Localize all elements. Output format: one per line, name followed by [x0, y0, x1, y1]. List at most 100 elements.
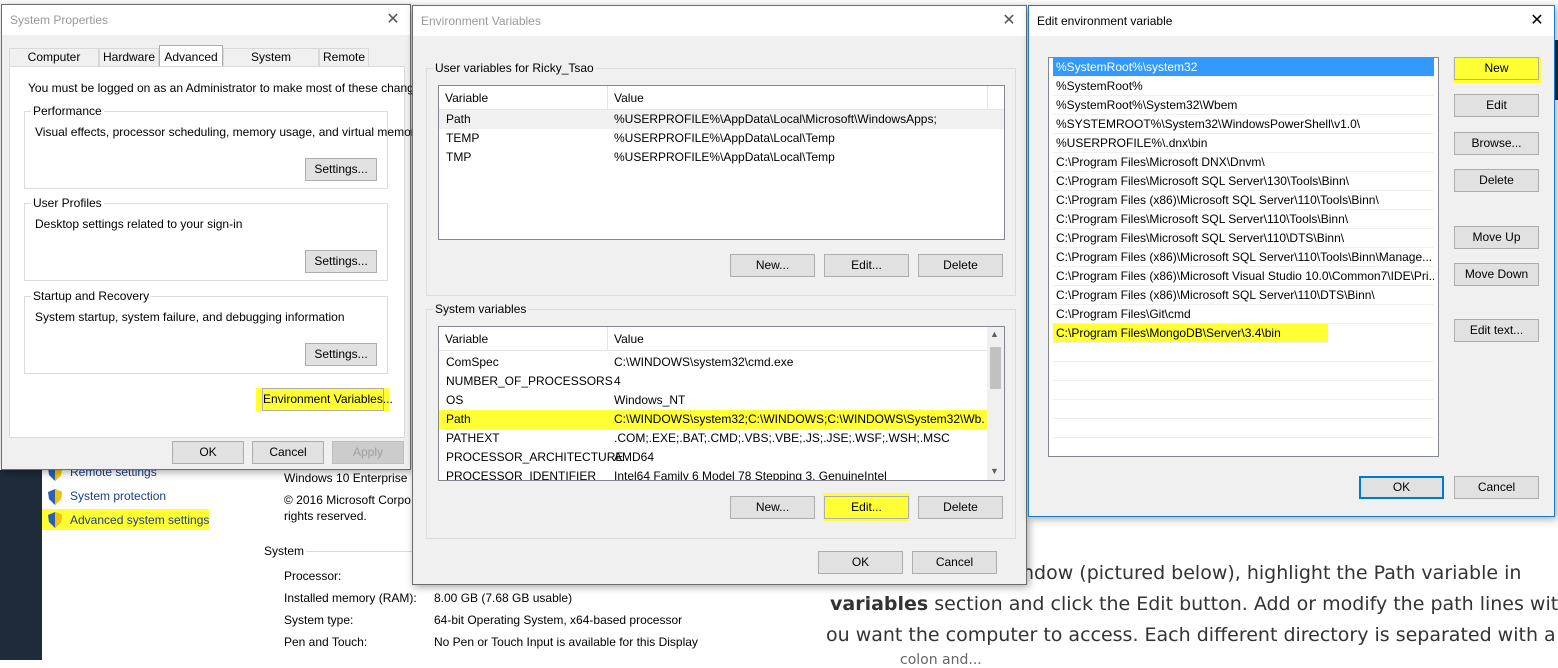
list-item[interactable]: %SystemRoot%	[1053, 77, 1434, 96]
browse-button[interactable]: Browse...	[1454, 132, 1539, 155]
tab-system-protection[interactable]: System Protection	[223, 48, 319, 81]
move-down-button[interactable]: Move Down	[1454, 263, 1539, 286]
ok-button[interactable]: OK	[818, 551, 903, 574]
performance-settings-button[interactable]: Settings...	[305, 158, 377, 181]
list-item[interactable]: OS Windows_NT	[439, 391, 1004, 410]
list-item[interactable]: C:\Program Files\Microsoft SQL Server\13…	[1053, 172, 1434, 191]
list-item[interactable]: TEMP %USERPROFILE%\AppData\Local\Temp	[439, 129, 1004, 148]
delete-button[interactable]: Delete	[1454, 169, 1539, 192]
variable-value: AMD64	[614, 450, 655, 464]
list-item-empty[interactable]	[1053, 419, 1434, 438]
variable-name: OS	[446, 393, 464, 407]
column-value[interactable]: Value	[608, 327, 988, 351]
performance-desc: Visual effects, processor scheduling, me…	[35, 125, 421, 139]
close-icon[interactable]: ✕	[1526, 10, 1548, 32]
list-item[interactable]: C:\Program Files\Microsoft DNX\Dnvm\	[1053, 153, 1434, 172]
list-item[interactable]: C:\Program Files (x86)\Microsoft Visual …	[1053, 267, 1434, 286]
spec-value: 8.00 GB (7.68 GB usable)	[434, 591, 573, 605]
list-item[interactable]: %SYSTEMROOT%\System32\WindowsPowerShell\…	[1053, 115, 1434, 134]
system-delete-button[interactable]: Delete	[918, 496, 1003, 519]
user-edit-button[interactable]: Edit...	[824, 254, 909, 277]
window-title: System Properties	[10, 13, 109, 27]
ok-button[interactable]: OK	[1359, 476, 1444, 499]
path-entries-list[interactable]: %SystemRoot%\system32 %SystemRoot% %Syst…	[1048, 57, 1439, 457]
rights-text: rights reserved.	[284, 509, 367, 523]
list-item[interactable]: C:\Program Files\Git\cmd	[1053, 305, 1434, 324]
list-header: Variable Value	[439, 327, 1004, 351]
edit-text-button[interactable]: Edit text...	[1454, 319, 1539, 342]
list-item[interactable]: Path %USERPROFILE%\AppData\Local\Microsof…	[439, 110, 1004, 129]
user-profiles-settings-button[interactable]: Settings...	[305, 250, 377, 273]
list-item[interactable]: PATHEXT .COM;.EXE;.BAT;.CMD;.VBS;.VBE;.JS…	[439, 429, 1004, 448]
list-item-empty[interactable]	[1053, 400, 1434, 419]
system-new-button[interactable]: New...	[730, 496, 815, 519]
list-item-selected[interactable]: %SystemRoot%\system32	[1053, 58, 1434, 77]
variable-name: Path	[446, 112, 471, 126]
list-item[interactable]: C:\Program Files (x86)\Microsoft SQL Ser…	[1053, 191, 1434, 210]
user-delete-button[interactable]: Delete	[918, 254, 1003, 277]
variable-value: C:\WINDOWS\system32;C:\WINDOWS;C:\WINDOW…	[614, 412, 984, 426]
new-button[interactable]: New	[1454, 57, 1539, 80]
performance-group: Performance Visual effects, processor sc…	[24, 104, 421, 189]
variable-name: ComSpec	[446, 355, 499, 369]
system-variables-list[interactable]: Variable Value ComSpec C:\WINDOWS\system3…	[438, 326, 1005, 481]
scrollbar[interactable]: ▲ ▼	[987, 327, 1004, 480]
list-item-empty[interactable]	[1053, 362, 1434, 381]
cancel-button[interactable]: Cancel	[1454, 476, 1539, 499]
system-heading: System	[264, 544, 305, 558]
environment-variables-button[interactable]: Environment Variables...	[262, 388, 393, 411]
variable-name: PATHEXT	[446, 431, 500, 445]
list-item[interactable]: TMP %USERPROFILE%\AppData\Local\Temp	[439, 148, 1004, 167]
list-item[interactable]: NUMBER_OF_PROCESSORS 4	[439, 372, 1004, 391]
column-value[interactable]: Value	[608, 86, 988, 110]
ok-button[interactable]: OK	[172, 441, 244, 464]
list-item[interactable]: C:\Program Files (x86)\Microsoft SQL Ser…	[1053, 286, 1434, 305]
cancel-button[interactable]: Cancel	[912, 551, 997, 574]
startup-settings-button[interactable]: Settings...	[305, 343, 377, 366]
list-item[interactable]: C:\Program Files\Microsoft SQL Server\11…	[1053, 229, 1434, 248]
nav-system-protection[interactable]: System protection	[70, 489, 166, 503]
move-up-button[interactable]: Move Up	[1454, 226, 1539, 249]
edit-button[interactable]: Edit	[1454, 94, 1539, 117]
list-item[interactable]: ComSpec C:\WINDOWS\system32\cmd.exe	[439, 353, 1004, 372]
close-icon[interactable]: ✕	[998, 10, 1020, 32]
spec-label: Pen and Touch:	[284, 635, 368, 649]
cancel-button[interactable]: Cancel	[252, 441, 324, 464]
variable-value: Intel64 Family 6 Model 78 Stepping 3, Ge…	[614, 469, 887, 481]
list-item-empty[interactable]	[1053, 381, 1434, 400]
list-item-mongodb[interactable]: C:\Program Files\MongoDB\Server\3.4\bin	[1053, 324, 1328, 343]
admin-note: You must be logged on as an Administrato…	[28, 81, 430, 95]
tab-advanced[interactable]: Advanced	[159, 45, 223, 67]
apply-button[interactable]: Apply	[332, 441, 404, 464]
article-bold-variables: variables	[830, 593, 929, 615]
tab-remote[interactable]: Remote	[319, 48, 369, 67]
scroll-down-icon[interactable]: ▼	[990, 466, 999, 476]
close-icon[interactable]: ✕	[382, 9, 404, 31]
column-variable[interactable]: Variable	[439, 327, 608, 351]
variable-name: NUMBER_OF_PROCESSORS	[446, 374, 613, 388]
list-item[interactable]: %USERPROFILE%\.dnx\bin	[1053, 134, 1434, 153]
list-item[interactable]: C:\Program Files (x86)\Microsoft SQL Ser…	[1053, 248, 1434, 267]
tab-computer-name[interactable]: Computer Name	[9, 48, 99, 81]
system-edit-button[interactable]: Edit...	[824, 496, 909, 519]
startup-recovery-label: Startup and Recovery	[31, 289, 152, 303]
list-item[interactable]: C:\Program Files\Microsoft SQL Server\11…	[1053, 210, 1434, 229]
user-new-button[interactable]: New...	[730, 254, 815, 277]
advanced-tab-panel: You must be logged on as an Administrato…	[9, 66, 430, 438]
variable-name: PROCESSOR_IDENTIFIER	[446, 469, 597, 481]
list-item[interactable]: PROCESSOR_IDENTIFIER Intel64 Family 6 Mod…	[439, 467, 1004, 481]
scroll-thumb[interactable]	[990, 347, 1001, 389]
system-properties-window: System Properties ✕ Computer Name Hardwa…	[1, 4, 430, 470]
divider	[306, 551, 416, 552]
shield-icon	[48, 489, 62, 505]
scroll-up-icon[interactable]: ▲	[990, 329, 999, 339]
list-item-path-selected[interactable]: Path C:\WINDOWS\system32;C:\WINDOWS;C:\WI…	[439, 410, 987, 429]
list-item[interactable]: %SystemRoot%\System32\Wbem	[1053, 96, 1434, 115]
desktop-strip-left	[0, 470, 42, 660]
nav-advanced-system-settings[interactable]: Advanced system settings	[70, 513, 209, 527]
user-variables-list[interactable]: Variable Value Path %USERPROFILE%\AppData…	[438, 85, 1005, 240]
list-item-empty[interactable]	[1053, 343, 1434, 362]
column-variable[interactable]: Variable	[439, 86, 608, 110]
tab-hardware[interactable]: Hardware	[99, 48, 159, 67]
list-item[interactable]: PROCESSOR_ARCHITECTURE AMD64	[439, 448, 1004, 467]
